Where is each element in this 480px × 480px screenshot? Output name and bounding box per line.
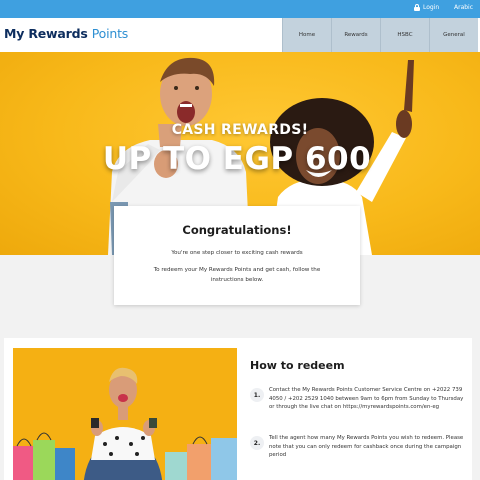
nav-tab-hsbc[interactable]: HSBC: [380, 18, 429, 52]
login-link[interactable]: Login: [414, 4, 439, 11]
redeem-step-1: 1. Contact the My Rewards Points Custome…: [250, 386, 465, 412]
nav-tab-home[interactable]: Home: [282, 18, 331, 52]
lock-icon: [414, 4, 420, 11]
card-text-1: You're one step closer to exciting cash …: [171, 250, 303, 256]
nav-tab-general[interactable]: General: [429, 18, 478, 52]
how-to-redeem-section: How to redeem 1. Contact the My Rewards …: [4, 338, 472, 480]
redeem-title: How to redeem: [250, 359, 345, 372]
logo-text-main: My Rewards: [4, 26, 88, 41]
step-text: Tell the agent how many My Rewards Point…: [269, 435, 464, 459]
hero-subtitle: CASH REWARDS!: [171, 122, 309, 138]
nav-tab-rewards[interactable]: Rewards: [331, 18, 380, 52]
hero-title: UP TO EGP 600: [102, 141, 372, 177]
language-link[interactable]: Arabic: [454, 4, 473, 11]
redeem-step-2: 2. Tell the agent how many My Rewards Po…: [250, 434, 465, 460]
card-title: Congratulations!: [182, 223, 292, 237]
step-number: 2.: [250, 436, 264, 450]
site-logo[interactable]: My Rewards Points: [4, 26, 128, 41]
redeem-photo: [13, 348, 237, 480]
logo-text-accent: Points: [91, 26, 129, 41]
login-label: Login: [423, 4, 440, 11]
site-header: My Rewards Points Home Rewards HSBC Gene…: [0, 18, 480, 52]
congratulations-card: Congratulations! You're one step closer …: [114, 206, 360, 305]
step-text: Contact the My Rewards Points Customer S…: [269, 387, 464, 411]
top-bar: Login Arabic: [0, 0, 480, 18]
main-nav: Home Rewards HSBC General: [282, 18, 478, 52]
card-text-2: To redeem your My Rewards Points and get…: [153, 267, 321, 283]
step-number: 1.: [250, 388, 264, 402]
